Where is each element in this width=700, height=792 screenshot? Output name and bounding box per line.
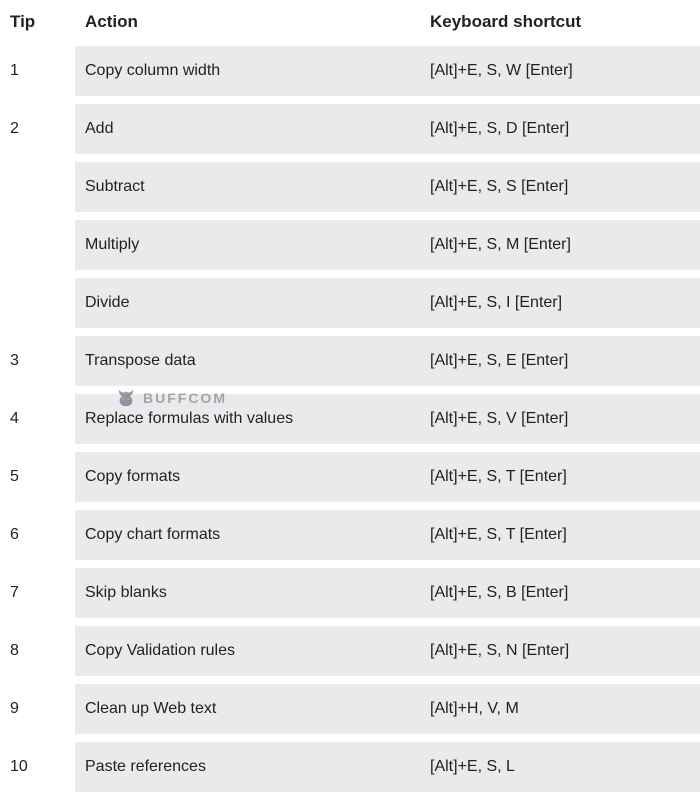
header-tip: Tip	[0, 0, 75, 46]
cell-shortcut: [Alt]+E, S, E [Enter]	[420, 336, 700, 386]
cell-tip: 10	[0, 742, 75, 792]
cell-shortcut: [Alt]+H, V, M	[420, 684, 700, 734]
cell-action: Copy chart formats	[75, 510, 420, 560]
cell-tip: 7	[0, 568, 75, 618]
table-header-row: Tip Action Keyboard shortcut	[0, 0, 700, 46]
table-row: 5 Copy formats [Alt]+E, S, T [Enter]	[0, 452, 700, 502]
cell-shortcut: [Alt]+E, S, N [Enter]	[420, 626, 700, 676]
cell-shortcut: [Alt]+E, S, B [Enter]	[420, 568, 700, 618]
cell-tip: 6	[0, 510, 75, 560]
shortcut-table: Tip Action Keyboard shortcut 1 Copy colu…	[0, 0, 700, 792]
cell-shortcut: [Alt]+E, S, S [Enter]	[420, 162, 700, 212]
cell-action: Replace formulas with values	[75, 394, 420, 444]
cell-action: Add	[75, 104, 420, 154]
cell-tip	[0, 278, 75, 328]
table-row: Multiply [Alt]+E, S, M [Enter]	[0, 220, 700, 270]
cell-shortcut: [Alt]+E, S, W [Enter]	[420, 46, 700, 96]
cell-action: Divide	[75, 278, 420, 328]
table-row: 6 Copy chart formats [Alt]+E, S, T [Ente…	[0, 510, 700, 560]
table-row: 2 Add [Alt]+E, S, D [Enter]	[0, 104, 700, 154]
cell-tip	[0, 162, 75, 212]
table-row: Divide [Alt]+E, S, I [Enter]	[0, 278, 700, 328]
cell-action: Subtract	[75, 162, 420, 212]
cell-tip: 3	[0, 336, 75, 386]
cell-shortcut: [Alt]+E, S, L	[420, 742, 700, 792]
cell-tip: 9	[0, 684, 75, 734]
cell-action: Copy column width	[75, 46, 420, 96]
table-row: Subtract [Alt]+E, S, S [Enter]	[0, 162, 700, 212]
table-row: 9 Clean up Web text [Alt]+H, V, M	[0, 684, 700, 734]
table-row: 7 Skip blanks [Alt]+E, S, B [Enter]	[0, 568, 700, 618]
cell-action: Transpose data	[75, 336, 420, 386]
table-row: 8 Copy Validation rules [Alt]+E, S, N [E…	[0, 626, 700, 676]
cell-action: Copy formats	[75, 452, 420, 502]
cell-tip: 8	[0, 626, 75, 676]
cell-tip: 4	[0, 394, 75, 444]
cell-shortcut: [Alt]+E, S, M [Enter]	[420, 220, 700, 270]
table-row: 1 Copy column width [Alt]+E, S, W [Enter…	[0, 46, 700, 96]
table-row: 10 Paste references [Alt]+E, S, L	[0, 742, 700, 792]
cell-action: Multiply	[75, 220, 420, 270]
cell-action: Copy Validation rules	[75, 626, 420, 676]
cell-shortcut: [Alt]+E, S, T [Enter]	[420, 452, 700, 502]
cell-tip: 5	[0, 452, 75, 502]
cell-shortcut: [Alt]+E, S, D [Enter]	[420, 104, 700, 154]
cell-tip: 1	[0, 46, 75, 96]
cell-action: Skip blanks	[75, 568, 420, 618]
cell-tip	[0, 220, 75, 270]
cell-shortcut: [Alt]+E, S, I [Enter]	[420, 278, 700, 328]
header-action: Action	[75, 0, 420, 46]
table-row: 3 Transpose data [Alt]+E, S, E [Enter]	[0, 336, 700, 386]
cell-tip: 2	[0, 104, 75, 154]
cell-action: Clean up Web text	[75, 684, 420, 734]
table-row: 4 Replace formulas with values [Alt]+E, …	[0, 394, 700, 444]
header-shortcut: Keyboard shortcut	[420, 0, 700, 46]
cell-action: Paste references	[75, 742, 420, 792]
cell-shortcut: [Alt]+E, S, V [Enter]	[420, 394, 700, 444]
cell-shortcut: [Alt]+E, S, T [Enter]	[420, 510, 700, 560]
